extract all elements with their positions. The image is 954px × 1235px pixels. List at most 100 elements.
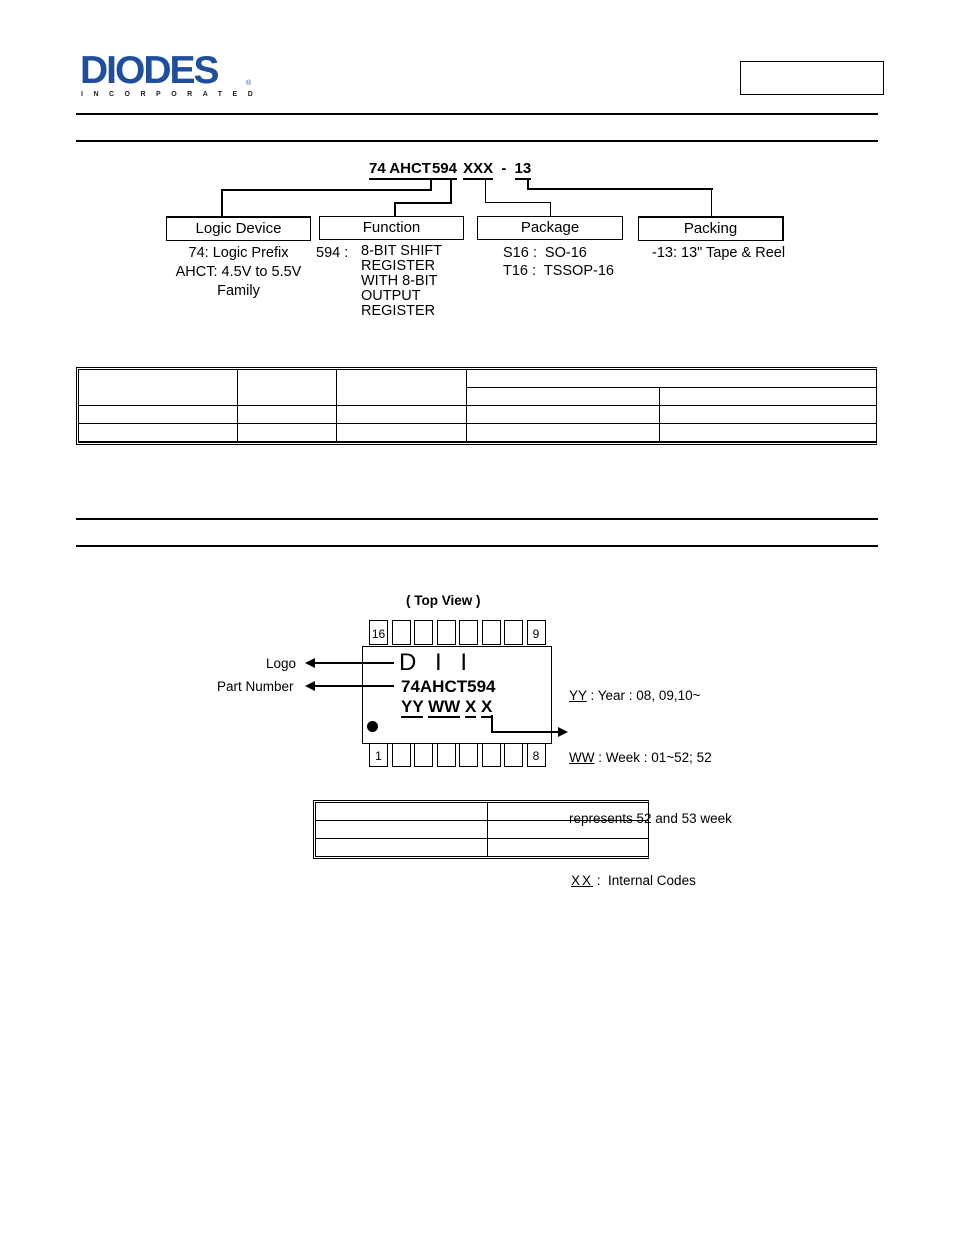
chip-logo: D I I xyxy=(399,649,474,676)
pin xyxy=(391,742,411,767)
packing-description: -13: 13" Tape & Reel xyxy=(652,245,786,261)
logic-device-box: Logic Device xyxy=(166,216,311,241)
section-rule-top xyxy=(76,518,878,520)
note-key: XX xyxy=(571,872,594,888)
connector xyxy=(550,202,551,216)
pn-segment-package: XXX xyxy=(463,161,494,180)
part-number-callout-line xyxy=(314,685,394,687)
registered-mark: ® xyxy=(246,80,252,87)
connector xyxy=(221,189,223,216)
logo-callout-label: Logo xyxy=(266,656,297,671)
section-rule-bottom xyxy=(76,140,878,142)
pin xyxy=(481,742,501,767)
logo-wordmark: DIODES xyxy=(80,49,220,92)
bottom-pin-row: 18 xyxy=(369,742,546,768)
table-cell xyxy=(659,405,877,424)
note-text: : Year : 08, 09,10~ xyxy=(586,688,701,703)
table-row xyxy=(315,802,649,821)
pin xyxy=(414,620,433,645)
marking-table-grid xyxy=(315,802,649,857)
top-pin-row: 16 9 xyxy=(369,620,546,646)
top-view-label: ( Top View ) xyxy=(406,593,481,608)
connector xyxy=(430,178,432,191)
section-rule-top xyxy=(76,113,878,115)
section-rule-bottom xyxy=(76,545,878,547)
pin xyxy=(436,620,456,645)
table-cell xyxy=(466,405,660,424)
pin xyxy=(414,742,433,767)
table-header-cell xyxy=(466,369,877,388)
chip-part-number: 74AHCT594 xyxy=(401,677,496,696)
connector xyxy=(394,202,396,216)
package-description: S16 : SO-16 T16 : TSSOP-16 xyxy=(503,245,614,279)
part-number-callout-label: Part Number xyxy=(217,679,294,694)
pin xyxy=(459,742,478,767)
code-week: WW xyxy=(428,697,461,718)
note-key: WW xyxy=(569,749,595,765)
table-cell xyxy=(315,802,488,821)
table-cell xyxy=(336,423,467,442)
package-box: Package xyxy=(477,216,623,240)
table-header-cell xyxy=(78,369,238,406)
table-cell xyxy=(659,423,877,442)
table-header-cell xyxy=(466,387,660,406)
connector xyxy=(485,178,486,202)
pin xyxy=(436,742,456,767)
ordering-part-number: 74 AHCT594 XXX - 13 xyxy=(369,160,532,180)
table-header-cell xyxy=(659,387,877,406)
note-text: : Internal Codes xyxy=(593,872,696,888)
pin xyxy=(481,620,501,645)
pn-segment-series: 74 AHCT xyxy=(369,161,431,180)
arrow-right-icon xyxy=(558,727,568,737)
pin xyxy=(504,620,523,645)
table-cell xyxy=(315,820,488,839)
pin xyxy=(459,620,478,645)
pin1-dot-icon xyxy=(367,721,378,732)
note-text: : Week : 01~52; 52 xyxy=(594,749,712,765)
internal-code-callout-line xyxy=(491,731,559,733)
pin: 16 xyxy=(369,620,388,645)
table-row xyxy=(78,423,877,442)
table-cell xyxy=(237,405,337,424)
connector xyxy=(527,188,713,190)
table-cell xyxy=(487,838,649,857)
marking-notes: YY : Year : 08, 09,10~ WW : Week : 01~52… xyxy=(569,645,732,912)
pn-segment-function: 594 xyxy=(431,161,457,180)
pin: 9 xyxy=(526,620,546,645)
chip-date-code: YY WW X X xyxy=(401,697,493,718)
pn-dash: - xyxy=(501,160,507,177)
pin xyxy=(504,742,523,767)
function-description: 8-BIT SHIFT REGISTER WITH 8-BIT OUTPUT R… xyxy=(361,243,443,319)
connector xyxy=(711,188,712,216)
connector xyxy=(450,178,452,202)
function-code: 594 : xyxy=(316,245,349,261)
table-cell xyxy=(487,802,649,821)
note-week: WW : Week : 01~52; 52 xyxy=(569,748,732,769)
table-row xyxy=(315,838,649,857)
ordering-table-grid xyxy=(78,369,877,442)
part-number-box xyxy=(740,61,884,95)
code-internal-1: X xyxy=(464,697,477,718)
table-header-cell xyxy=(336,369,467,406)
table-cell xyxy=(78,423,238,442)
connector xyxy=(394,202,452,204)
table-cell xyxy=(466,423,660,442)
table-cell xyxy=(336,405,467,424)
logo-callout-line xyxy=(314,662,394,664)
note-key: YY xyxy=(569,688,587,703)
table-row xyxy=(315,820,649,839)
packing-box: Packing xyxy=(638,216,784,241)
table-cell xyxy=(487,820,649,839)
pin: 8 xyxy=(526,742,546,767)
chip-body: D I I 74AHCT594 YY WW X X xyxy=(362,646,552,744)
table-cell xyxy=(78,405,238,424)
note-year: YY : Year : 08, 09,10~ xyxy=(569,686,732,707)
code-year: YY xyxy=(401,697,424,718)
pin: 1 xyxy=(369,742,388,767)
logo-subtext: INCORPORATED xyxy=(81,91,264,98)
connector xyxy=(221,189,432,191)
function-box: Function xyxy=(319,216,464,240)
pin xyxy=(391,620,411,645)
table-row xyxy=(78,405,877,424)
connector xyxy=(485,202,550,203)
